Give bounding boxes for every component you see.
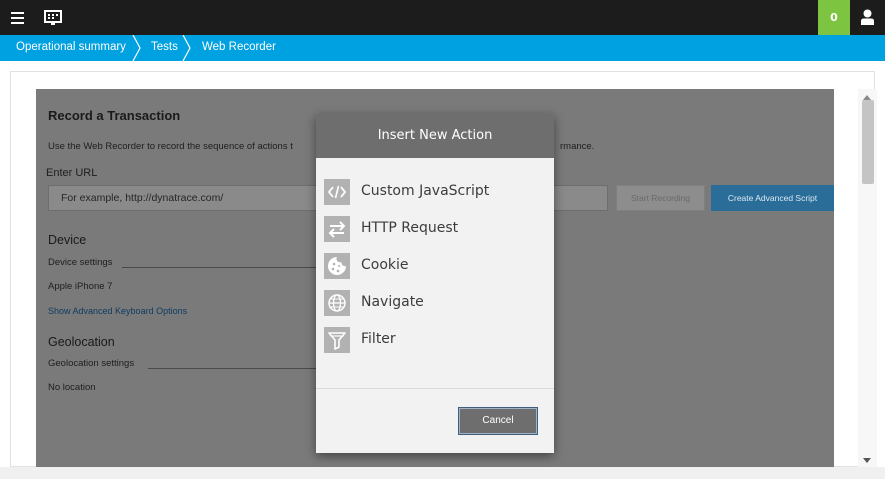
geolocation-value[interactable]: No location (48, 382, 96, 393)
code-icon (324, 179, 350, 205)
action-filter[interactable]: Filter (324, 326, 544, 354)
action-http-request[interactable]: HTTP Request (324, 215, 544, 243)
hamburger-menu-icon[interactable] (8, 8, 28, 28)
action-custom-javascript[interactable]: Custom JavaScript (324, 178, 544, 206)
bottom-strip (0, 467, 885, 479)
insert-new-action-dialog: Insert New Action Custom JavaScript HTTP… (316, 114, 554, 453)
url-label: Enter URL (46, 167, 98, 179)
page-description-tail: rmance. (560, 141, 595, 152)
geolocation-settings-label: Geolocation settings (48, 358, 135, 369)
filter-icon (324, 327, 350, 353)
page-description: Use the Web Recorder to record the seque… (48, 141, 293, 152)
globe-icon (324, 290, 350, 316)
advanced-keyboard-options-link[interactable]: Show Advanced Keyboard Options (48, 306, 187, 316)
scroll-up-arrow-icon[interactable] (863, 95, 871, 100)
dialog-title: Insert New Action (316, 114, 554, 158)
scroll-down-arrow-icon[interactable] (863, 458, 871, 463)
geolocation-heading: Geolocation (48, 335, 115, 349)
action-label: HTTP Request (361, 220, 459, 236)
breadcrumb-web-recorder[interactable]: Web Recorder (202, 35, 276, 61)
breadcrumb-chevron-icon (182, 35, 191, 61)
swap-arrows-icon (324, 216, 350, 242)
page-title: Record a Transaction (48, 108, 181, 123)
cancel-button[interactable]: Cancel (458, 407, 538, 435)
device-value[interactable]: Apple iPhone 7 (48, 281, 112, 292)
start-recording-button[interactable]: Start Recording (616, 185, 705, 211)
scrollbar-thumb[interactable] (862, 100, 874, 184)
geolocation-settings-divider (148, 368, 316, 369)
action-label: Navigate (361, 294, 424, 310)
action-label: Filter (361, 331, 396, 347)
breadcrumb-tests[interactable]: Tests (151, 35, 178, 61)
monitor-icon[interactable] (42, 8, 64, 28)
notification-count-badge[interactable]: 0 (818, 0, 850, 35)
device-settings-label: Device settings (48, 257, 113, 268)
action-navigate[interactable]: Navigate (324, 289, 544, 317)
dialog-divider (316, 388, 554, 389)
create-advanced-script-button[interactable]: Create Advanced Script (711, 185, 834, 211)
device-heading: Device (48, 233, 87, 247)
device-settings-divider (122, 267, 316, 268)
action-label: Cookie (361, 257, 409, 273)
user-icon[interactable] (850, 0, 885, 35)
breadcrumb: Operational summary Tests Web Recorder (0, 35, 885, 61)
breadcrumb-chevron-icon (132, 35, 141, 61)
cookie-icon (324, 253, 350, 279)
action-cookie[interactable]: Cookie (324, 252, 544, 280)
top-navigation-bar: 0 (0, 0, 885, 35)
breadcrumb-operational-summary[interactable]: Operational summary (16, 35, 126, 61)
action-label: Custom JavaScript (361, 183, 490, 199)
